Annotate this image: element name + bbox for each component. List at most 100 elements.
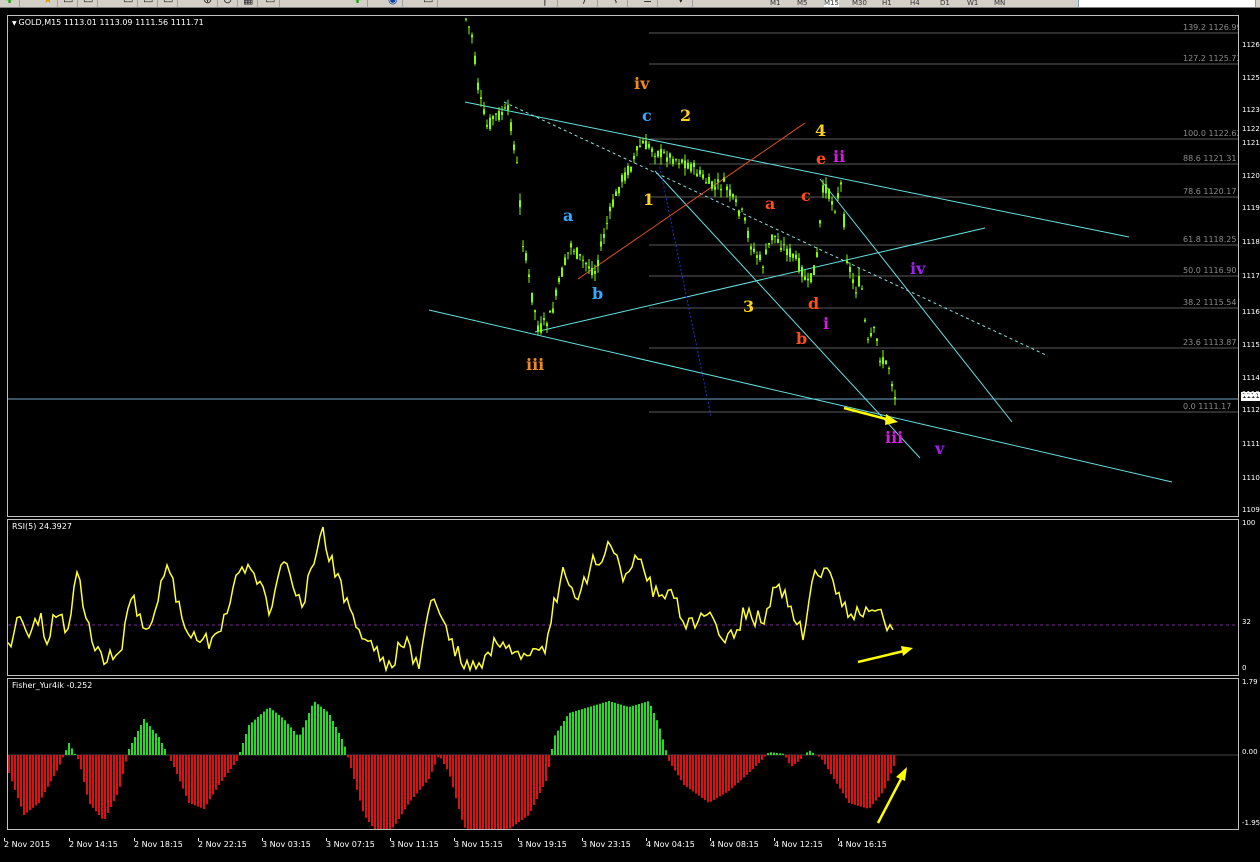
timeframe-m30[interactable]: M30: [852, 0, 867, 7]
chart-area[interactable]: ▼ GOLD,M15 1113.01 1113.09 1111.56 1111.…: [0, 8, 1260, 854]
candle-body: [471, 34, 473, 38]
fisher-bar: [500, 755, 502, 829]
candle-body: [690, 163, 692, 172]
fisher-bar: [608, 701, 610, 755]
timeframe-h1[interactable]: H1: [882, 0, 892, 7]
fisher-bar: [860, 755, 862, 807]
history-icon: ▭: [265, 0, 275, 6]
candle-body: [870, 332, 872, 337]
timeframe-w1[interactable]: W1: [967, 0, 978, 7]
line-tool-button[interactable]: /: [580, 0, 598, 7]
new-chart-button[interactable]: ✚: [350, 0, 368, 7]
candle-body: [486, 124, 488, 127]
elliott-icon: ⌇: [613, 0, 618, 6]
tester-button[interactable]: ▭: [160, 0, 178, 7]
zoom-in-button[interactable]: ⊕: [200, 0, 218, 7]
history-button[interactable]: ▭: [262, 0, 280, 7]
fisher-bar: [524, 755, 526, 818]
favorites-button[interactable]: ★: [40, 0, 58, 7]
profiles-icon: ▭: [83, 0, 93, 6]
candle-body: [774, 235, 776, 238]
timeframe-m1[interactable]: M1: [770, 0, 781, 7]
elliott-tool-button[interactable]: ⌇: [610, 0, 628, 7]
wave-label: a: [765, 194, 776, 213]
cursor-button[interactable]: |: [540, 0, 558, 7]
timeframe-m5[interactable]: M5: [797, 0, 808, 7]
fisher-bar: [890, 755, 892, 774]
fisher-pane[interactable]: Fisher_Yur4ik -0.252: [7, 678, 1239, 830]
candle-body: [639, 145, 641, 147]
fisher-bar: [452, 755, 454, 788]
timeframe-h4[interactable]: H4: [910, 0, 920, 7]
toolbar: ✚ ★ ▭ ▭ ▭ ▭ ▭ ⊕ ⊖ ▦ ▭ ✚ ◉ ▭ | / ⌇ ≡ ▾ M1…: [0, 0, 1260, 8]
fisher-bar: [857, 755, 859, 806]
fisher-bar: [230, 755, 232, 769]
fisher-bar: [704, 755, 706, 801]
fisher-bar: [287, 723, 289, 755]
fisher-bar: [104, 755, 106, 819]
fib-tool-button[interactable]: ≡: [640, 0, 658, 7]
fisher-bar: [746, 755, 748, 775]
fisher-bar: [281, 717, 283, 755]
navigator-button[interactable]: ▭: [120, 0, 138, 7]
fisher-bar: [368, 755, 370, 822]
fisher-bar: [821, 755, 823, 760]
chart-window-button[interactable]: ▭: [420, 0, 438, 7]
fisher-bar: [35, 755, 37, 806]
timeframe-mn[interactable]: MN: [994, 0, 1005, 7]
fisher-bar: [224, 755, 226, 777]
clock-icon: ◉: [388, 0, 398, 6]
fisher-bar: [170, 755, 172, 761]
search-input[interactable]: [1078, 0, 1256, 7]
rsi-pane[interactable]: RSI(5) 24.3927: [7, 519, 1239, 676]
fisher-bar: [716, 755, 718, 799]
chevron-down-icon: ▾: [678, 0, 684, 6]
fisher-bar: [761, 755, 763, 760]
candle-body: [615, 191, 617, 196]
timeframe-m15[interactable]: M15: [824, 0, 839, 7]
tile-button[interactable]: ▦: [240, 0, 258, 7]
fisher-bar: [533, 755, 535, 805]
fisher-bar: [707, 755, 709, 803]
price-chart-pane[interactable]: ▼ GOLD,M15 1113.01 1113.09 1111.56 1111.…: [7, 15, 1239, 517]
price-scale-label: 1116: [1242, 308, 1260, 316]
fisher-bar: [32, 755, 34, 808]
fib-level-label: 127.2 1125.73: [1183, 54, 1239, 63]
fisher-bar: [713, 755, 715, 800]
candle-body: [810, 273, 812, 283]
template-button[interactable]: ▭: [60, 0, 78, 7]
arrow-tool-button[interactable]: ▾: [675, 0, 693, 7]
candle-body: [801, 266, 803, 277]
wave-label: 4: [815, 121, 827, 140]
fisher-bar: [173, 755, 175, 767]
rsi-line: [8, 526, 894, 673]
fisher-bar: [119, 755, 121, 787]
candle-body: [765, 249, 767, 255]
new-order-button[interactable]: ✚: [2, 0, 20, 7]
zoom-out-button[interactable]: ⊖: [220, 0, 238, 7]
candle-body: [768, 242, 770, 245]
autotrading-button[interactable]: ◉: [385, 0, 403, 7]
candle-body: [759, 254, 761, 261]
timeframe-d1[interactable]: D1: [940, 0, 950, 7]
fisher-bar: [425, 755, 427, 783]
fisher-bar: [671, 755, 673, 766]
profiles-button[interactable]: ▭: [80, 0, 98, 7]
template-icon: ▭: [63, 0, 73, 6]
fisher-bar: [122, 755, 124, 775]
price-scale[interactable]: 1111 1126 1125 1123 1122 1121 1120 1119 1118 111…: [1240, 15, 1260, 517]
price-chart: [8, 17, 1238, 483]
fisher-bar: [305, 720, 307, 755]
fisher-bar: [404, 755, 406, 810]
fisher-bar: [395, 755, 397, 824]
fisher-bar: [545, 755, 547, 781]
rsi-scale-level: 32: [1242, 618, 1251, 626]
fisher-bar: [530, 755, 532, 811]
terminal-button[interactable]: ▭: [140, 0, 158, 7]
fisher-bar: [881, 755, 883, 794]
zoom-out-icon: ⊖: [223, 0, 232, 6]
fisher-bar: [227, 755, 229, 773]
fisher-bar: [611, 701, 613, 755]
fisher-bar: [158, 737, 160, 755]
fisher-bar: [56, 755, 58, 771]
